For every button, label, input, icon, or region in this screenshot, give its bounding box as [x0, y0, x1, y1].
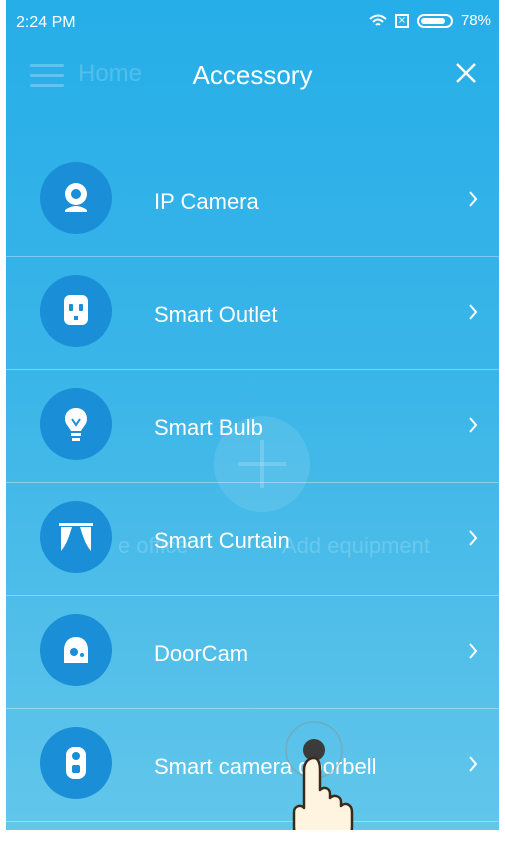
tap-pointer-icon [285, 721, 354, 830]
phone-frame: 2:24 PM × 78% Home Accessory e office Ad… [0, 0, 505, 860]
chevron-right-icon [469, 417, 478, 433]
smart-outlet-icon [40, 275, 112, 347]
status-icons: × 78% [369, 12, 491, 29]
list-item-smart-bulb[interactable]: Smart Bulb [6, 370, 499, 483]
chevron-right-icon [469, 304, 478, 320]
status-time: 2:24 PM [16, 14, 76, 31]
page-title: Accessory [192, 60, 313, 90]
wifi-icon [369, 14, 387, 26]
status-bar: 2:24 PM × 78% [6, 0, 499, 42]
battery-icon [416, 13, 453, 28]
ip-camera-icon [40, 162, 112, 234]
list-item-smart-camera-doorbell[interactable]: Smart camera doorbell [6, 709, 499, 822]
chevron-right-icon [469, 191, 478, 207]
no-sim-icon: × [394, 13, 409, 28]
list-item-label: Smart Curtain [154, 528, 290, 553]
list-item-label: Smart Bulb [154, 415, 263, 440]
list-item-ip-camera[interactable]: IP Camera [6, 144, 499, 257]
list-item-doorcam[interactable]: DoorCam [6, 596, 499, 709]
close-icon[interactable] [451, 58, 481, 88]
battery-percent: 78% [460, 12, 491, 29]
chevron-right-icon [469, 530, 478, 546]
smart-curtain-icon [40, 501, 112, 573]
chevron-right-icon [469, 643, 478, 659]
doorbell-icon [40, 727, 112, 799]
accessory-list: IP Camera Smart Outlet Smart Bulb Smart … [6, 144, 499, 822]
list-item-label: DoorCam [154, 641, 249, 666]
list-item-label: Smart Outlet [154, 302, 278, 327]
header: Home Accessory [6, 42, 499, 106]
doorcam-icon [40, 614, 112, 686]
list-item-smart-curtain[interactable]: Smart Curtain [6, 483, 499, 596]
chevron-right-icon [469, 756, 478, 772]
smart-bulb-icon [40, 388, 112, 460]
list-item-label: IP Camera [154, 189, 259, 214]
screen: 2:24 PM × 78% Home Accessory e office Ad… [6, 0, 499, 830]
list-item-smart-outlet[interactable]: Smart Outlet [6, 257, 499, 370]
